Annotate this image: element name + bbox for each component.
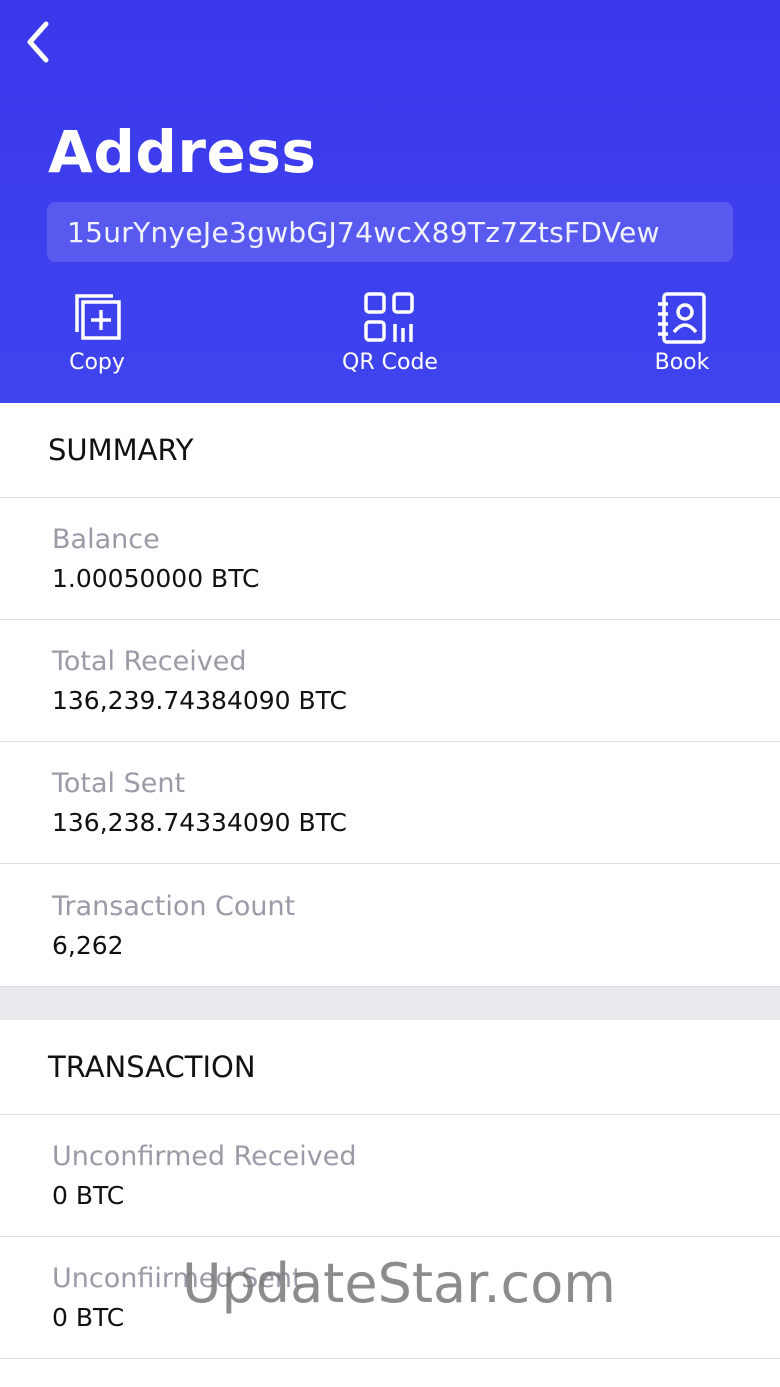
book-label: Book <box>654 350 710 375</box>
transaction-count-label: Transaction Count <box>52 891 296 922</box>
total-received-label: Total Received <box>52 646 247 677</box>
transaction-count-value: 6,262 <box>52 931 124 960</box>
balance-row: Balance 1.00050000 BTC <box>0 498 780 620</box>
total-sent-value: 136,238.74334090 BTC <box>52 808 347 837</box>
total-received-value: 136,239.74384090 BTC <box>52 686 347 715</box>
copy-button[interactable]: Copy <box>27 290 167 382</box>
qr-code-label: QR Code <box>342 350 438 375</box>
chevron-left-icon <box>27 21 49 63</box>
book-button[interactable]: Book <box>612 290 752 382</box>
unconfirmed-received-value: 0 BTC <box>52 1181 125 1210</box>
qr-code-button[interactable]: QR Code <box>320 290 460 382</box>
back-button[interactable] <box>18 20 58 64</box>
total-received-row: Total Received 136,239.74384090 BTC <box>0 620 780 742</box>
unconfirmed-received-row: Unconfirmed Received 0 BTC <box>0 1115 780 1237</box>
balance-label: Balance <box>52 524 160 555</box>
summary-heading: SUMMARY <box>0 403 780 498</box>
unconfirmed-sent-row: Unconfiirmed Sent 0 BTC <box>0 1237 780 1359</box>
transaction-heading: TRANSACTION <box>0 1020 780 1115</box>
unconfirmed-received-label: Unconfirmed Received <box>52 1141 357 1172</box>
transaction-count-row: Transaction Count 6,262 <box>0 865 780 987</box>
total-sent-row: Total Sent 136,238.74334090 BTC <box>0 742 780 864</box>
qr-code-icon <box>364 292 414 342</box>
address-book-icon <box>658 292 706 344</box>
address-field[interactable]: 15urYnyeJe3gwbGJ74wcX89Tz7ZtsFDVew <box>47 202 733 262</box>
copy-label: Copy <box>69 350 125 375</box>
section-divider <box>0 987 780 1020</box>
page-title: Address <box>48 118 317 186</box>
unconfirmed-sent-value: 0 BTC <box>52 1303 125 1332</box>
total-sent-label: Total Sent <box>52 768 186 799</box>
address-header: Address 15urYnyeJe3gwbGJ74wcX89Tz7ZtsFDV… <box>0 0 780 403</box>
copy-add-icon <box>75 294 121 340</box>
unconfirmed-sent-label: Unconfiirmed Sent <box>52 1263 303 1294</box>
balance-value: 1.00050000 BTC <box>52 564 260 593</box>
